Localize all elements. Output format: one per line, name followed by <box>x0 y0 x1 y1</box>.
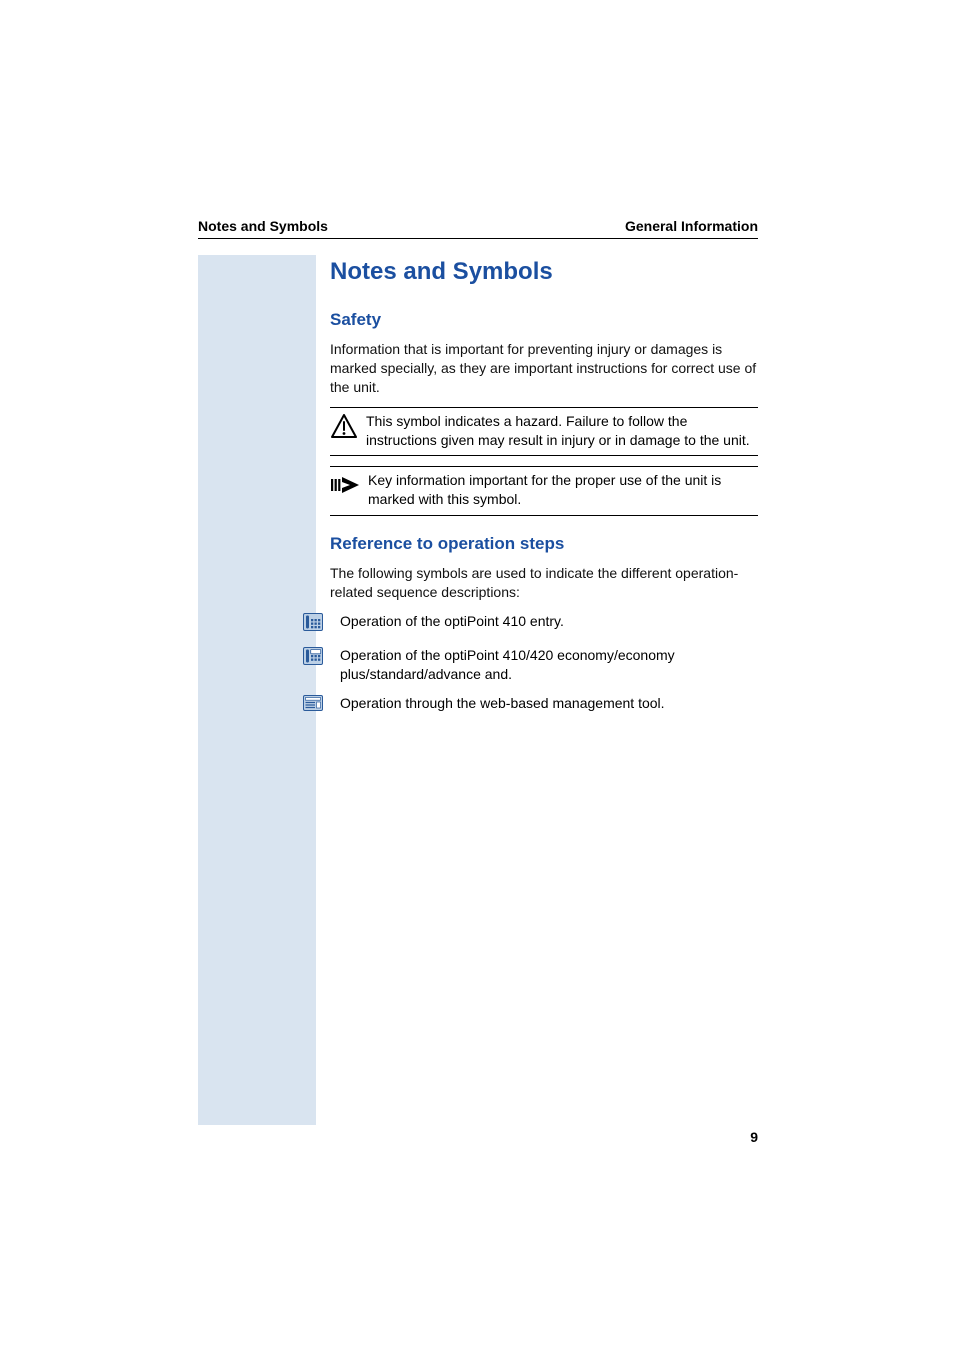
list-item: Operation of the optiPoint 410 entry. <box>330 612 758 636</box>
reference-heading: Reference to operation steps <box>330 534 758 554</box>
page-number: 9 <box>750 1129 758 1145</box>
list-item: Operation of the optiPoint 410/420 econo… <box>330 646 758 684</box>
document-page: Notes and Symbols General Information No… <box>0 0 954 1351</box>
page-title: Notes and Symbols <box>330 258 758 286</box>
safety-intro: Information that is important for preven… <box>330 340 758 397</box>
running-header: Notes and Symbols General Information <box>198 218 758 237</box>
phone-display-icon <box>303 647 323 670</box>
content-area: Notes and Symbols Safety Information tha… <box>330 258 758 726</box>
list-item-text: Operation of the optiPoint 410/420 econo… <box>340 646 758 684</box>
phone-entry-icon <box>303 613 323 636</box>
list-item: Operation through the web-based manageme… <box>330 694 758 716</box>
list-item-text: Operation through the web-based manageme… <box>340 694 758 713</box>
header-left: Notes and Symbols <box>198 218 328 234</box>
key-info-icon <box>330 471 360 499</box>
operation-list: Operation of the optiPoint 410 entry. <box>330 612 758 716</box>
reference-intro: The following symbols are used to indica… <box>330 564 758 602</box>
margin-band <box>198 255 316 1125</box>
keyinfo-text: Key information important for the proper… <box>368 471 758 509</box>
list-item-text: Operation of the optiPoint 410 entry. <box>340 612 758 631</box>
hazard-callout: This symbol indicates a hazard. Failure … <box>330 407 758 457</box>
keyinfo-callout: Key information important for the proper… <box>330 466 758 516</box>
header-rule <box>198 238 758 239</box>
web-tool-icon <box>303 695 323 716</box>
header-right: General Information <box>625 218 758 234</box>
hazard-text: This symbol indicates a hazard. Failure … <box>366 412 758 450</box>
safety-heading: Safety <box>330 310 758 330</box>
hazard-icon <box>330 412 358 440</box>
